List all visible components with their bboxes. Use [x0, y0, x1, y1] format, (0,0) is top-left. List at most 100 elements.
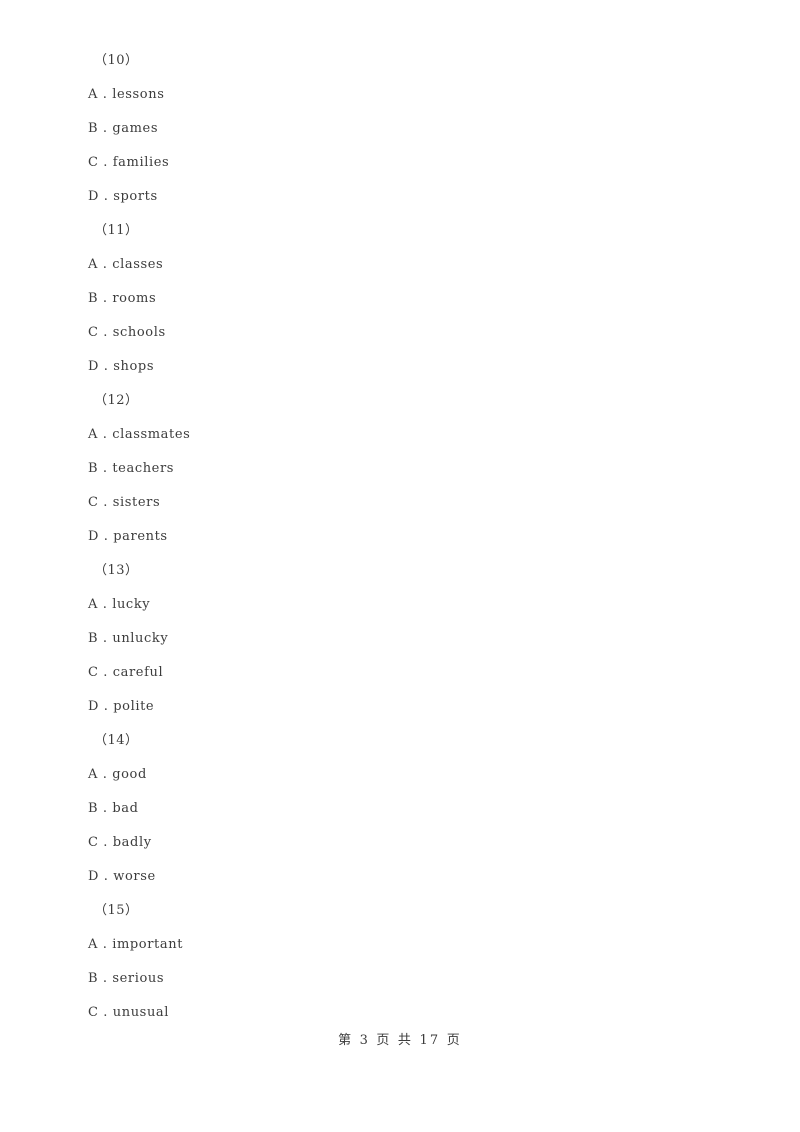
option-text: lucky	[112, 597, 151, 612]
option-letter: A	[88, 257, 98, 272]
question-number-label: （13）	[94, 563, 139, 578]
option-separator: .	[98, 87, 113, 102]
option-letter: A	[88, 937, 98, 952]
option-letter: B	[88, 631, 99, 646]
answer-option[interactable]: A . classes	[0, 248, 800, 282]
option-separator: .	[99, 869, 114, 884]
option-letter: B	[88, 121, 99, 136]
option-letter: D	[88, 869, 100, 884]
option-text: classmates	[112, 427, 191, 442]
option-letter: C	[88, 665, 99, 680]
option-separator: .	[98, 495, 113, 510]
option-separator: .	[99, 529, 114, 544]
answer-option[interactable]: D . worse	[0, 860, 800, 894]
option-text: parents	[113, 529, 168, 544]
answer-option[interactable]: A . lessons	[0, 78, 800, 112]
option-letter: C	[88, 1005, 99, 1020]
answer-option[interactable]: B . serious	[0, 962, 800, 996]
option-separator: .	[99, 189, 114, 204]
question-group: （15） A . important B . serious C . unusual	[0, 894, 800, 1030]
answer-option[interactable]: A . good	[0, 758, 800, 792]
option-letter: D	[88, 359, 100, 374]
answer-option[interactable]: C . badly	[0, 826, 800, 860]
option-text: games	[112, 121, 159, 136]
option-text: unlucky	[112, 631, 169, 646]
question-group: （10） A . lessons B . games C . families D . …	[0, 44, 800, 214]
answer-option[interactable]: C . unusual	[0, 996, 800, 1030]
option-separator: .	[98, 291, 113, 306]
answer-option[interactable]: C . schools	[0, 316, 800, 350]
option-text: shops	[113, 359, 155, 374]
option-separator: .	[98, 427, 113, 442]
question-group: （12） A . classmates B . teachers C . sister…	[0, 384, 800, 554]
option-letter: A	[88, 597, 98, 612]
page-footer: 第 3 页 共 17 页	[338, 1033, 462, 1048]
question-number-label: （15）	[94, 903, 139, 918]
option-separator: .	[98, 121, 113, 136]
option-separator: .	[98, 325, 113, 340]
answer-option[interactable]: B . teachers	[0, 452, 800, 486]
answer-option[interactable]: D . sports	[0, 180, 800, 214]
question-number-label: （12）	[94, 393, 139, 408]
option-letter: A	[88, 767, 98, 782]
option-letter: D	[88, 189, 100, 204]
option-separator: .	[98, 971, 113, 986]
answer-option[interactable]: C . careful	[0, 656, 800, 690]
option-text: bad	[112, 801, 139, 816]
option-text: good	[112, 767, 147, 782]
option-separator: .	[98, 835, 113, 850]
answer-option[interactable]: A . classmates	[0, 418, 800, 452]
question-group: （13） A . lucky B . unlucky C . careful D . p…	[0, 554, 800, 724]
option-separator: .	[98, 631, 113, 646]
option-letter: A	[88, 87, 98, 102]
answer-option[interactable]: D . parents	[0, 520, 800, 554]
option-text: serious	[112, 971, 165, 986]
option-letter: B	[88, 801, 99, 816]
answer-option[interactable]: C . families	[0, 146, 800, 180]
option-separator: .	[99, 359, 114, 374]
question-number-label: （14）	[94, 733, 139, 748]
option-separator: .	[98, 597, 113, 612]
option-separator: .	[98, 1005, 113, 1020]
option-text: careful	[112, 665, 164, 680]
answer-option[interactable]: C . sisters	[0, 486, 800, 520]
option-separator: .	[98, 257, 113, 272]
question-group: （11） A . classes B . rooms C . schools D . s…	[0, 214, 800, 384]
option-text: schools	[112, 325, 166, 340]
option-text: important	[112, 937, 184, 952]
option-letter: C	[88, 835, 99, 850]
option-letter: C	[88, 495, 99, 510]
option-text: families	[112, 155, 170, 170]
answer-option[interactable]: B . rooms	[0, 282, 800, 316]
option-separator: .	[99, 699, 114, 714]
option-letter: D	[88, 529, 100, 544]
option-text: unusual	[112, 1005, 170, 1020]
option-letter: B	[88, 461, 99, 476]
option-text: badly	[112, 835, 152, 850]
answer-option[interactable]: D . shops	[0, 350, 800, 384]
question-number-label: （11）	[94, 223, 139, 238]
option-letter: B	[88, 971, 99, 986]
answer-option[interactable]: A . important	[0, 928, 800, 962]
question-number-label: （10）	[94, 53, 139, 68]
option-text: sports	[113, 189, 158, 204]
answer-option[interactable]: A . lucky	[0, 588, 800, 622]
option-separator: .	[98, 937, 113, 952]
option-separator: .	[98, 767, 113, 782]
option-text: teachers	[112, 461, 175, 476]
question-group: （14） A . good B . bad C . badly D . worse	[0, 724, 800, 894]
option-text: sisters	[112, 495, 161, 510]
answer-option[interactable]: D . polite	[0, 690, 800, 724]
answer-option[interactable]: B . games	[0, 112, 800, 146]
document-page: （10） A . lessons B . games C . families D . …	[0, 0, 800, 1132]
option-separator: .	[98, 665, 113, 680]
option-separator: .	[98, 461, 113, 476]
option-separator: .	[98, 801, 113, 816]
option-letter: C	[88, 155, 99, 170]
option-text: classes	[112, 257, 164, 272]
answer-option[interactable]: B . bad	[0, 792, 800, 826]
answer-option[interactable]: B . unlucky	[0, 622, 800, 656]
option-text: rooms	[112, 291, 157, 306]
option-letter: A	[88, 427, 98, 442]
option-letter: C	[88, 325, 99, 340]
